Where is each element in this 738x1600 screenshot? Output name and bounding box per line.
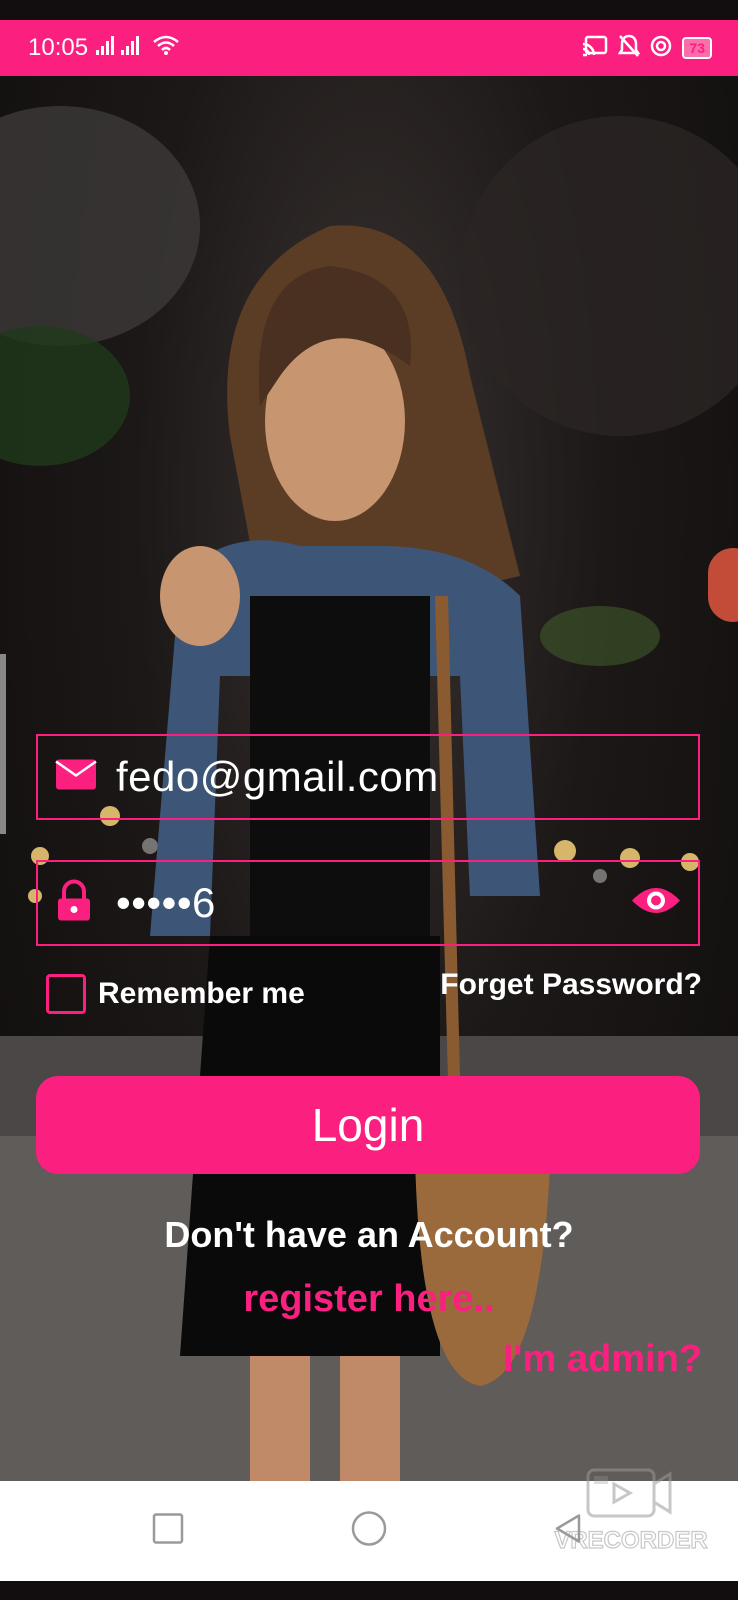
lock-icon (54, 879, 94, 928)
cast-icon (582, 35, 608, 62)
status-time: 10:05 (28, 34, 89, 61)
eye-icon[interactable] (630, 884, 682, 923)
edge-panel-handle[interactable] (0, 654, 6, 834)
password-field[interactable]: •••••6 (36, 860, 700, 946)
remember-checkbox[interactable] (46, 974, 86, 1014)
status-left: 10:05 (28, 34, 180, 63)
nav-recents-icon[interactable] (152, 1513, 184, 1550)
login-screen: 10:05 73 fedo@gmail.com •••••6 Remember … (0, 0, 738, 1600)
no-account-text: Don't have an Account? (164, 1214, 574, 1255)
bottom-bezel (0, 1581, 738, 1600)
status-right: 73 (582, 34, 712, 63)
remember-me[interactable]: Remember me (46, 974, 305, 1014)
remember-label: Remember me (98, 977, 305, 1010)
wifi-icon (152, 34, 180, 63)
signal-icon (96, 34, 144, 63)
login-button[interactable]: Login (36, 1076, 700, 1174)
floating-bubble[interactable] (708, 548, 738, 622)
vrecorder-watermark: VRECORDER (546, 1466, 716, 1556)
battery-icon: 73 (682, 37, 712, 59)
email-icon (54, 758, 98, 797)
password-value: •••••6 (116, 879, 216, 926)
email-field[interactable]: fedo@gmail.com (36, 734, 700, 820)
top-bezel (0, 0, 738, 20)
bell-off-icon (618, 34, 641, 63)
email-value: fedo@gmail.com (116, 753, 439, 800)
svg-text:VRECORDER: VRECORDER (554, 1527, 707, 1554)
nav-home-icon[interactable] (350, 1510, 388, 1553)
forget-password-link[interactable]: Forget Password? (440, 968, 702, 1002)
at-icon (650, 35, 672, 62)
status-bar: 10:05 73 (0, 20, 738, 76)
register-link[interactable]: register here.. (0, 1278, 738, 1321)
admin-link[interactable]: I'm admin? (503, 1338, 702, 1381)
